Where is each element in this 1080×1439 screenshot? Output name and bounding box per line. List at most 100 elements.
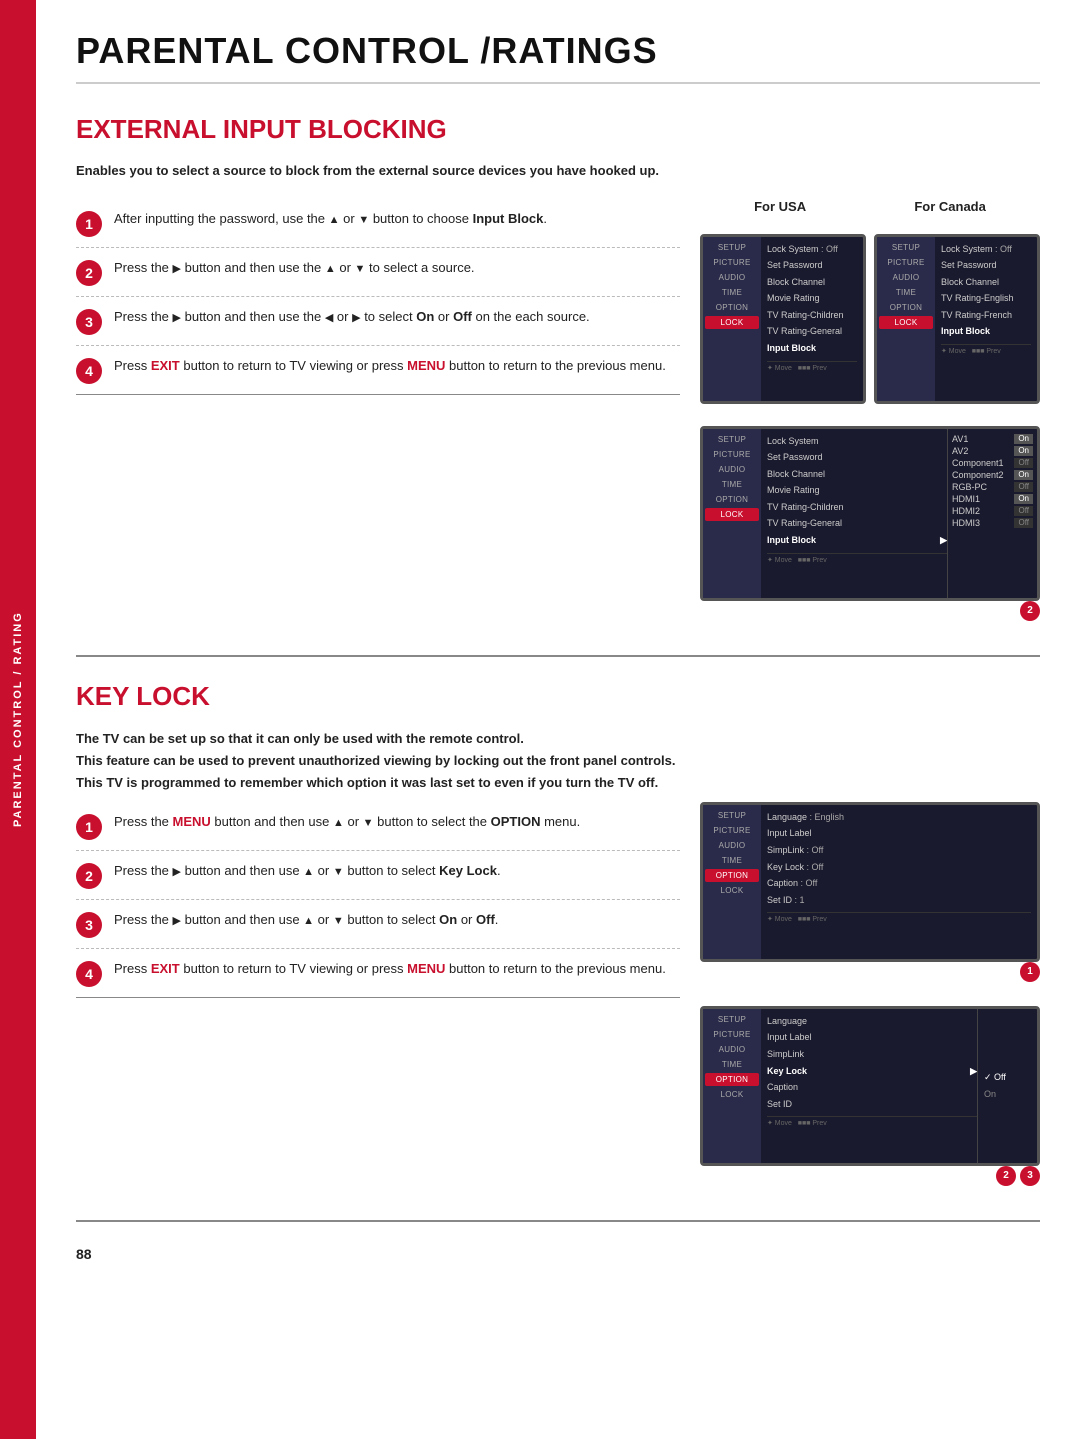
- opt-setup: SETUP: [705, 809, 759, 822]
- opt-set-id: Set ID : 1: [767, 892, 1031, 909]
- usa-menu: Lock System : Off Set Password Block Cha…: [761, 237, 863, 401]
- section2-title: KEY LOCK: [76, 681, 1040, 712]
- sub-hdmi2: HDMI2Off: [952, 505, 1033, 517]
- opt-audio: AUDIO: [705, 839, 759, 852]
- menu-input-block: Input Block: [767, 340, 857, 357]
- opt-simplink: SimpLink : Off: [767, 842, 1031, 859]
- section1-two-col: 1 After inputting the password, use the …: [76, 199, 1040, 631]
- inp-time: TIME: [705, 478, 759, 491]
- ca-set-password: Set Password: [941, 257, 1031, 274]
- section1-step3: 3 Press the ▶ button and then use the ◀ …: [76, 297, 680, 346]
- sub-rgbpc: RGB-PCOff: [952, 481, 1033, 493]
- intro-line2: This feature can be used to prevent unau…: [76, 750, 1040, 772]
- kl-simplink: SimpLink: [767, 1046, 977, 1063]
- step4-num: 4: [76, 358, 102, 384]
- badge-opt-1: 1: [1020, 962, 1040, 982]
- menu-lock-system: Lock System : Off: [767, 241, 857, 258]
- input-menu: Lock System Set Password Block Channel M…: [761, 429, 947, 598]
- badge-row-kl: 2 3: [700, 1166, 1040, 1186]
- kl-audio: AUDIO: [705, 1043, 759, 1056]
- bottom-divider: [76, 1220, 1040, 1222]
- inp-lock-system: Lock System: [767, 433, 947, 450]
- badge-2: 2: [1020, 601, 1040, 621]
- ca-tv-rating-french: TV Rating-French: [941, 307, 1031, 324]
- opt-key-lock: Key Lock : Off: [767, 859, 1031, 876]
- section2-step2: 2 Press the ▶ button and then use ▲ or ▼…: [76, 851, 680, 900]
- menu-tv-rating-general: TV Rating-General: [767, 323, 857, 340]
- opt-time: TIME: [705, 854, 759, 867]
- input-block-screen: SETUP PICTURE AUDIO TIME OPTION LOCK Loc…: [700, 426, 1040, 601]
- sidebar-option: OPTION: [705, 301, 759, 314]
- opt-caption: Caption : Off: [767, 875, 1031, 892]
- canada-sidebar: SETUP PICTURE AUDIO TIME OPTION LOCK: [877, 237, 935, 401]
- kl-sub-on: On: [984, 1089, 1031, 1099]
- inp-setup: SETUP: [705, 433, 759, 446]
- step1-text: After inputting the password, use the ▲ …: [114, 209, 547, 230]
- inp-lock: LOCK: [705, 508, 759, 521]
- sidebar-time: TIME: [705, 286, 759, 299]
- page-number: 88: [76, 1246, 1040, 1262]
- menu-set-password: Set Password: [767, 257, 857, 274]
- kl-step2-text: Press the ▶ button and then use ▲ or ▼ b…: [114, 861, 501, 882]
- section2-screens: SETUP PICTURE AUDIO TIME OPTION LOCK Lan…: [700, 802, 1040, 1196]
- badge-row-opt: 1: [700, 962, 1040, 982]
- inp-movie-rating: Movie Rating: [767, 482, 947, 499]
- for-canada-label: For Canada: [914, 199, 986, 214]
- keylock-screen: SETUP PICTURE AUDIO TIME OPTION LOCK Lan…: [700, 1006, 1040, 1166]
- sidebar-lock: LOCK: [705, 316, 759, 329]
- menu-block-channel: Block Channel: [767, 274, 857, 291]
- page-wrapper: PARENTAL CONTROL / RATING PARENTAL CONTR…: [0, 0, 1080, 1439]
- opt-picture: PICTURE: [705, 824, 759, 837]
- badge-kl-3: 3: [1020, 1166, 1040, 1186]
- step2-text: Press the ▶ button and then use the ▲ or…: [114, 258, 475, 279]
- sub-av1: AV1On: [952, 433, 1033, 445]
- sub-hdmi1: HDMI1On: [952, 493, 1033, 505]
- kl-sidebar: SETUP PICTURE AUDIO TIME OPTION LOCK: [703, 1009, 761, 1163]
- kl-sub-list: ✓ Off On: [977, 1009, 1037, 1163]
- kl-sub-off: ✓ Off: [984, 1072, 1031, 1083]
- sidebar-setup-ca: SETUP: [879, 241, 933, 254]
- section2-two-col: 1 Press the MENU button and then use ▲ o…: [76, 802, 1040, 1196]
- badge-row-2: 2: [700, 601, 1040, 621]
- inp-picture: PICTURE: [705, 448, 759, 461]
- input-sidebar: SETUP PICTURE AUDIO TIME OPTION LOCK: [703, 429, 761, 598]
- step3-text: Press the ▶ button and then use the ◀ or…: [114, 307, 590, 328]
- opt-footer: ✦ Move ■■■ Prev: [767, 912, 1031, 923]
- kl-key-lock: Key Lock▶: [767, 1063, 977, 1080]
- inp-block-channel: Block Channel: [767, 466, 947, 483]
- canada-footer: ✦ Move ■■■ Prev: [941, 344, 1031, 355]
- sidebar-time-ca: TIME: [879, 286, 933, 299]
- section-divider: [76, 655, 1040, 657]
- kl-menu: Language Input Label SimpLink Key Lock▶ …: [761, 1009, 977, 1163]
- side-tab: PARENTAL CONTROL / RATING: [0, 0, 36, 1439]
- usa-footer: ✦ Move ■■■ Prev: [767, 361, 857, 372]
- kl-step4-num: 4: [76, 961, 102, 987]
- page-title: PARENTAL CONTROL /RATINGS: [76, 30, 1040, 84]
- section2-intro: The TV can be set up so that it can only…: [76, 728, 1040, 794]
- usa-screen: SETUP PICTURE AUDIO TIME OPTION LOCK Loc…: [700, 234, 866, 404]
- usa-sidebar: SETUP PICTURE AUDIO TIME OPTION LOCK: [703, 237, 761, 401]
- section1-intro: Enables you to select a source to block …: [76, 161, 1040, 181]
- section1-step2: 2 Press the ▶ button and then use the ▲ …: [76, 248, 680, 297]
- sub-av2: AV2On: [952, 445, 1033, 457]
- kl-step3-text: Press the ▶ button and then use ▲ or ▼ b…: [114, 910, 498, 931]
- kl-step1-text: Press the MENU button and then use ▲ or …: [114, 812, 580, 833]
- intro-line1: The TV can be set up so that it can only…: [76, 728, 1040, 750]
- sidebar-lock-ca: LOCK: [879, 316, 933, 329]
- inp-set-password: Set Password: [767, 449, 947, 466]
- canada-screen: SETUP PICTURE AUDIO TIME OPTION LOCK Loc…: [874, 234, 1040, 404]
- ca-block-channel: Block Channel: [941, 274, 1031, 291]
- kl-lock: LOCK: [705, 1088, 759, 1101]
- sub-comp2: Component2On: [952, 469, 1033, 481]
- inp-tv-general: TV Rating-General: [767, 515, 947, 532]
- sub-hdmi3: HDMI3Off: [952, 517, 1033, 529]
- inp-input-block: Input Block▶: [767, 532, 947, 549]
- kl-language: Language: [767, 1013, 977, 1030]
- menu-tv-rating-children: TV Rating-Children: [767, 307, 857, 324]
- inp-option: OPTION: [705, 493, 759, 506]
- badge-kl-2: 2: [996, 1166, 1016, 1186]
- section2-instructions: 1 Press the MENU button and then use ▲ o…: [76, 802, 680, 1196]
- canada-menu: Lock System : Off Set Password Block Cha…: [935, 237, 1037, 401]
- kl-option: OPTION: [705, 1073, 759, 1086]
- kl-footer: ✦ Move ■■■ Prev: [767, 1116, 977, 1127]
